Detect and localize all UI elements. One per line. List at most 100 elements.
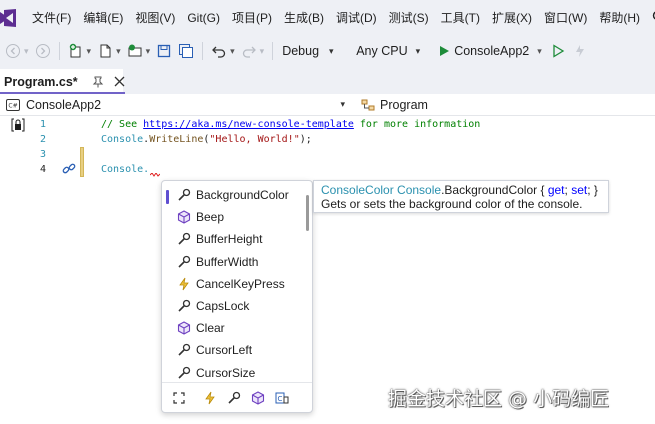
namespace-filter-icon[interactable]: C (274, 390, 290, 406)
member-description: Gets or sets the background color of the… (321, 197, 583, 211)
template-link[interactable]: https://aka.ms/new-console-template (143, 119, 354, 130)
completion-item-cancelkeypress[interactable]: CancelKeyPress (162, 273, 308, 295)
cube-icon (176, 209, 192, 225)
expand-icon[interactable] (171, 390, 187, 406)
completion-item-label: CapsLock (196, 299, 250, 313)
string-token: "Hello, World!" (209, 134, 300, 145)
start-debugging-button[interactable]: ConsoleApp2 ▾ (436, 40, 547, 62)
watermark: 掘金技术社区 @ 小码编匠 (388, 388, 610, 410)
menu-window[interactable]: 窗口(W) (538, 6, 593, 30)
methods-filter-cube-icon[interactable] (250, 390, 266, 406)
wrench-icon (176, 231, 192, 247)
intellisense-completion-list[interactable]: BackgroundColor Beep BufferHeight BufferWid… (161, 180, 313, 413)
menu-debug[interactable]: 调试(D) (330, 6, 383, 30)
navigate-back-icon[interactable] (4, 42, 22, 60)
type-token: Console. (101, 164, 150, 175)
type-token: Console (101, 134, 144, 145)
redo-icon[interactable] (240, 42, 258, 60)
completion-item-capslock[interactable]: CapsLock (162, 295, 308, 317)
menu-project[interactable]: 项目(P) (226, 6, 278, 30)
member-name: Program (380, 97, 428, 112)
navigation-bar: C# ConsoleApp2 ▾ Program (0, 94, 655, 116)
completion-item-cursorsize[interactable]: CursorSize (162, 362, 308, 384)
comment-text: // See (101, 119, 144, 130)
chevron-down-icon[interactable]: ▾ (24, 46, 29, 57)
save-all-icon[interactable] (177, 42, 195, 60)
code-line-2[interactable]: Console.WriteLine("Hello, World!"); (101, 132, 312, 147)
menu-git[interactable]: Git(G) (181, 6, 226, 30)
start-without-debugging-icon[interactable] (549, 42, 567, 60)
chevron-down-icon[interactable]: ▾ (146, 46, 151, 57)
menu-bar: 文件(F) 编辑(E) 视图(V) Git(G) 项目(P) 生成(B) 调试(… (0, 0, 655, 36)
tab-program-cs[interactable]: Program.cs* (0, 69, 125, 94)
menu-build[interactable]: 生成(B) (278, 6, 330, 30)
completion-item-bufferheight[interactable]: BufferHeight (162, 228, 308, 250)
cube-icon (176, 320, 192, 336)
platform-value: Any CPU (356, 44, 408, 58)
project-dropdown[interactable]: C# ConsoleApp2 ▾ (0, 98, 345, 112)
code-editor[interactable]: 1 // See https://aka.ms/new-console-temp… (0, 116, 655, 424)
menu-view[interactable]: 视图(V) (129, 6, 181, 30)
svg-text:C: C (278, 395, 283, 403)
play-icon (440, 46, 450, 56)
wrench-icon (176, 254, 192, 270)
close-icon[interactable] (114, 75, 125, 89)
properties-filter-wrench-icon[interactable] (226, 390, 242, 406)
intellisense-link-icon[interactable] (62, 162, 76, 179)
completion-item-bufferwidth[interactable]: BufferWidth (162, 251, 308, 273)
open-file-icon[interactable] (126, 42, 144, 60)
menu-edit[interactable]: 编辑(E) (77, 6, 129, 30)
member-dropdown[interactable]: Program (361, 98, 428, 112)
chevron-down-icon: ▾ (537, 45, 542, 56)
completion-item-clear[interactable]: Clear (162, 317, 308, 339)
code-line-1[interactable]: // See https://aka.ms/new-console-templa… (101, 117, 480, 132)
new-project-icon[interactable] (67, 42, 85, 60)
comment-text: for more information (353, 119, 481, 130)
menu-help[interactable]: 帮助(H) (593, 6, 646, 30)
class-icon (361, 99, 375, 110)
unsaved-change-marker (80, 147, 84, 177)
completion-item-backgroundcolor[interactable]: BackgroundColor (162, 184, 308, 206)
menu-file[interactable]: 文件(F) (26, 6, 77, 30)
svg-text:C#: C# (8, 102, 17, 109)
chevron-down-icon[interactable]: ▾ (87, 46, 92, 57)
owner-type: Console (397, 183, 442, 197)
menu-test[interactable]: 测试(S) (383, 6, 435, 30)
pin-icon[interactable] (92, 75, 104, 89)
code-line-4[interactable]: Console. (101, 162, 149, 177)
save-icon[interactable] (155, 42, 173, 60)
return-type: ConsoleColor (321, 183, 394, 197)
brace-token: ; } (587, 183, 598, 197)
menu-tools[interactable]: 工具(T) (435, 6, 486, 30)
chevron-down-icon: ▾ (340, 99, 345, 109)
completion-item-beep[interactable]: Beep (162, 206, 308, 228)
undo-icon[interactable] (210, 42, 228, 60)
menu-extensions[interactable]: 扩展(X) (486, 6, 538, 30)
chevron-down-icon[interactable]: ▾ (260, 46, 265, 57)
navigate-forward-icon[interactable] (34, 42, 52, 60)
completion-item-label: Clear (196, 321, 225, 336)
error-squiggle (150, 173, 160, 177)
visual-studio-logo-icon[interactable] (0, 7, 16, 29)
chevron-down-icon[interactable]: ▾ (230, 46, 235, 57)
toolbar-separator (202, 42, 204, 60)
get-keyword: get (547, 183, 565, 197)
line-number: 3 (39, 149, 46, 160)
solution-platform-dropdown[interactable]: Any CPU ▾ (352, 40, 434, 62)
brace-token: { (537, 183, 548, 197)
hot-reload-icon[interactable] (571, 42, 589, 60)
chevron-down-icon[interactable]: ▾ (116, 46, 121, 57)
paren-token: ); (299, 134, 312, 145)
chevron-down-icon: ▾ (415, 45, 421, 56)
events-filter-lightning-icon[interactable] (202, 390, 218, 406)
completion-item-cursorleft[interactable]: CursorLeft (162, 339, 308, 361)
startup-project-label: ConsoleApp2 (454, 44, 530, 58)
wrench-icon (176, 342, 192, 358)
new-file-icon[interactable] (96, 42, 114, 60)
solution-configuration-dropdown[interactable]: Debug ▾ (278, 40, 350, 62)
toolbar-separator (58, 42, 60, 60)
line-number: 4 (39, 164, 46, 175)
completion-item-label: CursorSize (196, 365, 256, 380)
member-name: .BackgroundColor (441, 183, 538, 197)
toolbar-separator (272, 42, 274, 60)
